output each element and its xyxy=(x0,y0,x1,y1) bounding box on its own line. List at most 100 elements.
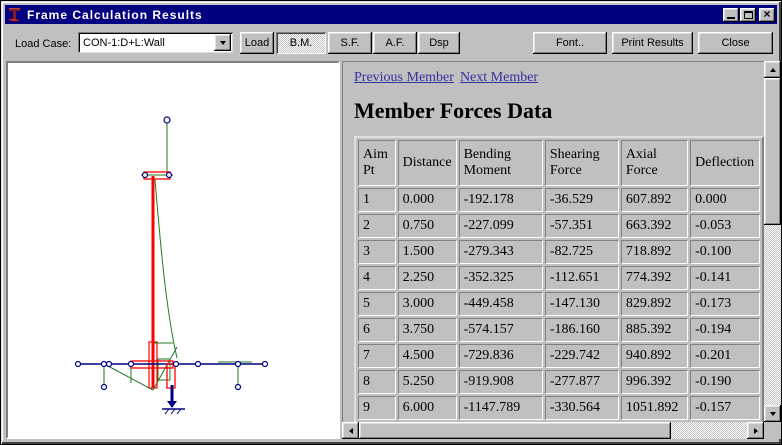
value-cell: 5.250 xyxy=(398,370,457,394)
value-cell: -57.351 xyxy=(545,214,619,238)
value-cell: -352.325 xyxy=(459,266,543,290)
bm-toggle-button[interactable]: B.M. xyxy=(276,32,326,54)
scrollbar-corner xyxy=(764,422,781,439)
value-cell: 1.500 xyxy=(398,240,457,264)
value-cell: -330.564 xyxy=(545,396,619,420)
title-bar: Frame Calculation Results × xyxy=(5,5,777,24)
value-cell: -0.201 xyxy=(690,344,760,368)
previous-member-link[interactable]: Previous Member xyxy=(354,70,454,85)
close-button[interactable]: Close xyxy=(698,32,773,54)
table-body: 10.000-192.178-36.529607.8920.00020.750-… xyxy=(358,188,760,422)
vertical-scroll-thumb[interactable] xyxy=(764,78,781,225)
combo-dropdown-button[interactable] xyxy=(214,34,231,51)
table-row: 63.750-574.157-186.160885.392-0.194 xyxy=(358,318,760,342)
aim-pt-cell: 9 xyxy=(358,396,396,420)
value-cell: -0.194 xyxy=(690,318,760,342)
value-cell: 718.892 xyxy=(621,240,688,264)
chevron-down-icon xyxy=(220,41,226,45)
table-row: 20.750-227.099-57.351663.392-0.053 xyxy=(358,214,760,238)
aim-pt-cell: 8 xyxy=(358,370,396,394)
frame-drawing-panel xyxy=(6,61,340,439)
frame-node xyxy=(143,173,148,178)
window-close-button[interactable]: × xyxy=(759,8,775,22)
value-cell: 3.750 xyxy=(398,318,457,342)
value-cell: 2.250 xyxy=(398,266,457,290)
close-icon: × xyxy=(763,9,770,19)
value-cell: -574.157 xyxy=(459,318,543,342)
value-cell: -0.100 xyxy=(690,240,760,264)
value-cell: -186.160 xyxy=(545,318,619,342)
scroll-left-icon xyxy=(349,428,353,434)
minimize-icon xyxy=(727,17,735,19)
load-case-combobox[interactable]: CON-1:D+L:Wall xyxy=(78,32,233,53)
column-header: Deflection xyxy=(690,140,760,186)
value-cell: 3.000 xyxy=(398,292,457,316)
value-cell: 4.500 xyxy=(398,344,457,368)
horizontal-scrollbar[interactable] xyxy=(342,422,764,439)
print-results-button[interactable]: Print Results xyxy=(612,32,693,54)
value-cell: 996.392 xyxy=(621,370,688,394)
value-cell: 829.892 xyxy=(621,292,688,316)
value-cell: 774.392 xyxy=(621,266,688,290)
aim-pt-cell: 3 xyxy=(358,240,396,264)
scroll-down-button[interactable] xyxy=(764,405,781,422)
value-cell: 663.392 xyxy=(621,214,688,238)
value-cell: -279.343 xyxy=(459,240,543,264)
horizontal-scroll-thumb[interactable] xyxy=(359,422,671,439)
scroll-down-icon xyxy=(770,412,776,416)
value-cell: 885.392 xyxy=(621,318,688,342)
table-row: 31.500-279.343-82.725718.892-0.100 xyxy=(358,240,760,264)
table-row: 96.000-1147.789-330.5641051.892-0.157 xyxy=(358,396,760,420)
value-cell: -0.141 xyxy=(690,266,760,290)
maximize-icon xyxy=(744,11,753,19)
aim-pt-cell: 7 xyxy=(358,344,396,368)
scroll-right-button[interactable] xyxy=(747,422,764,439)
value-cell: 6.000 xyxy=(398,396,457,420)
value-cell: -227.099 xyxy=(459,214,543,238)
value-cell: -147.130 xyxy=(545,292,619,316)
sf-toggle-button[interactable]: S.F. xyxy=(328,32,372,54)
value-cell: -919.908 xyxy=(459,370,543,394)
value-cell: -729.836 xyxy=(459,344,543,368)
aim-pt-cell: 4 xyxy=(358,266,396,290)
column-header: Distance xyxy=(398,140,457,186)
window-title: Frame Calculation Results xyxy=(27,8,722,22)
maximize-button[interactable] xyxy=(740,8,756,22)
minimize-button[interactable] xyxy=(723,8,739,22)
value-cell: -0.190 xyxy=(690,370,760,394)
load-button[interactable]: Load xyxy=(240,32,274,54)
value-cell: 940.892 xyxy=(621,344,688,368)
table-row: 53.000-449.458-147.130829.892-0.173 xyxy=(358,292,760,316)
table-row: 42.250-352.325-112.651774.392-0.141 xyxy=(358,266,760,290)
value-cell: 607.892 xyxy=(621,188,688,212)
aim-pt-cell: 1 xyxy=(358,188,396,212)
scroll-left-button[interactable] xyxy=(342,422,359,439)
value-cell: -449.458 xyxy=(459,292,543,316)
value-cell: -277.877 xyxy=(545,370,619,394)
frame-calculation-results-window: Frame Calculation Results × Load Case: C… xyxy=(0,0,782,445)
next-member-link[interactable]: Next Member xyxy=(460,70,538,85)
column-header: Aim Pt xyxy=(358,140,396,186)
column-header: Bending Moment xyxy=(459,140,543,186)
value-cell: -0.157 xyxy=(690,396,760,420)
value-cell: -0.053 xyxy=(690,214,760,238)
font-button[interactable]: Font.. xyxy=(533,32,607,54)
vertical-scrollbar[interactable] xyxy=(764,61,781,422)
report-pane: Previous Member Next Member Member Forces… xyxy=(342,61,764,422)
dsp-toggle-button[interactable]: Dsp xyxy=(418,32,460,54)
moment-curve xyxy=(155,179,177,358)
aim-pt-cell: 6 xyxy=(358,318,396,342)
frame-app-icon xyxy=(7,7,23,23)
aim-pt-cell: 5 xyxy=(358,292,396,316)
member-forces-table: Aim PtDistanceBending MomentShearing For… xyxy=(354,136,764,422)
af-toggle-button[interactable]: A.F. xyxy=(373,32,417,54)
load-case-value: CON-1:D+L:Wall xyxy=(78,37,214,49)
scroll-right-icon xyxy=(754,428,758,434)
report-title: Member Forces Data xyxy=(354,97,764,124)
value-cell: -192.178 xyxy=(459,188,543,212)
frame-diagram xyxy=(8,63,338,437)
value-cell: -82.725 xyxy=(545,240,619,264)
scroll-up-button[interactable] xyxy=(764,61,781,78)
value-cell: -0.173 xyxy=(690,292,760,316)
table-header-row: Aim PtDistanceBending MomentShearing For… xyxy=(358,140,760,186)
